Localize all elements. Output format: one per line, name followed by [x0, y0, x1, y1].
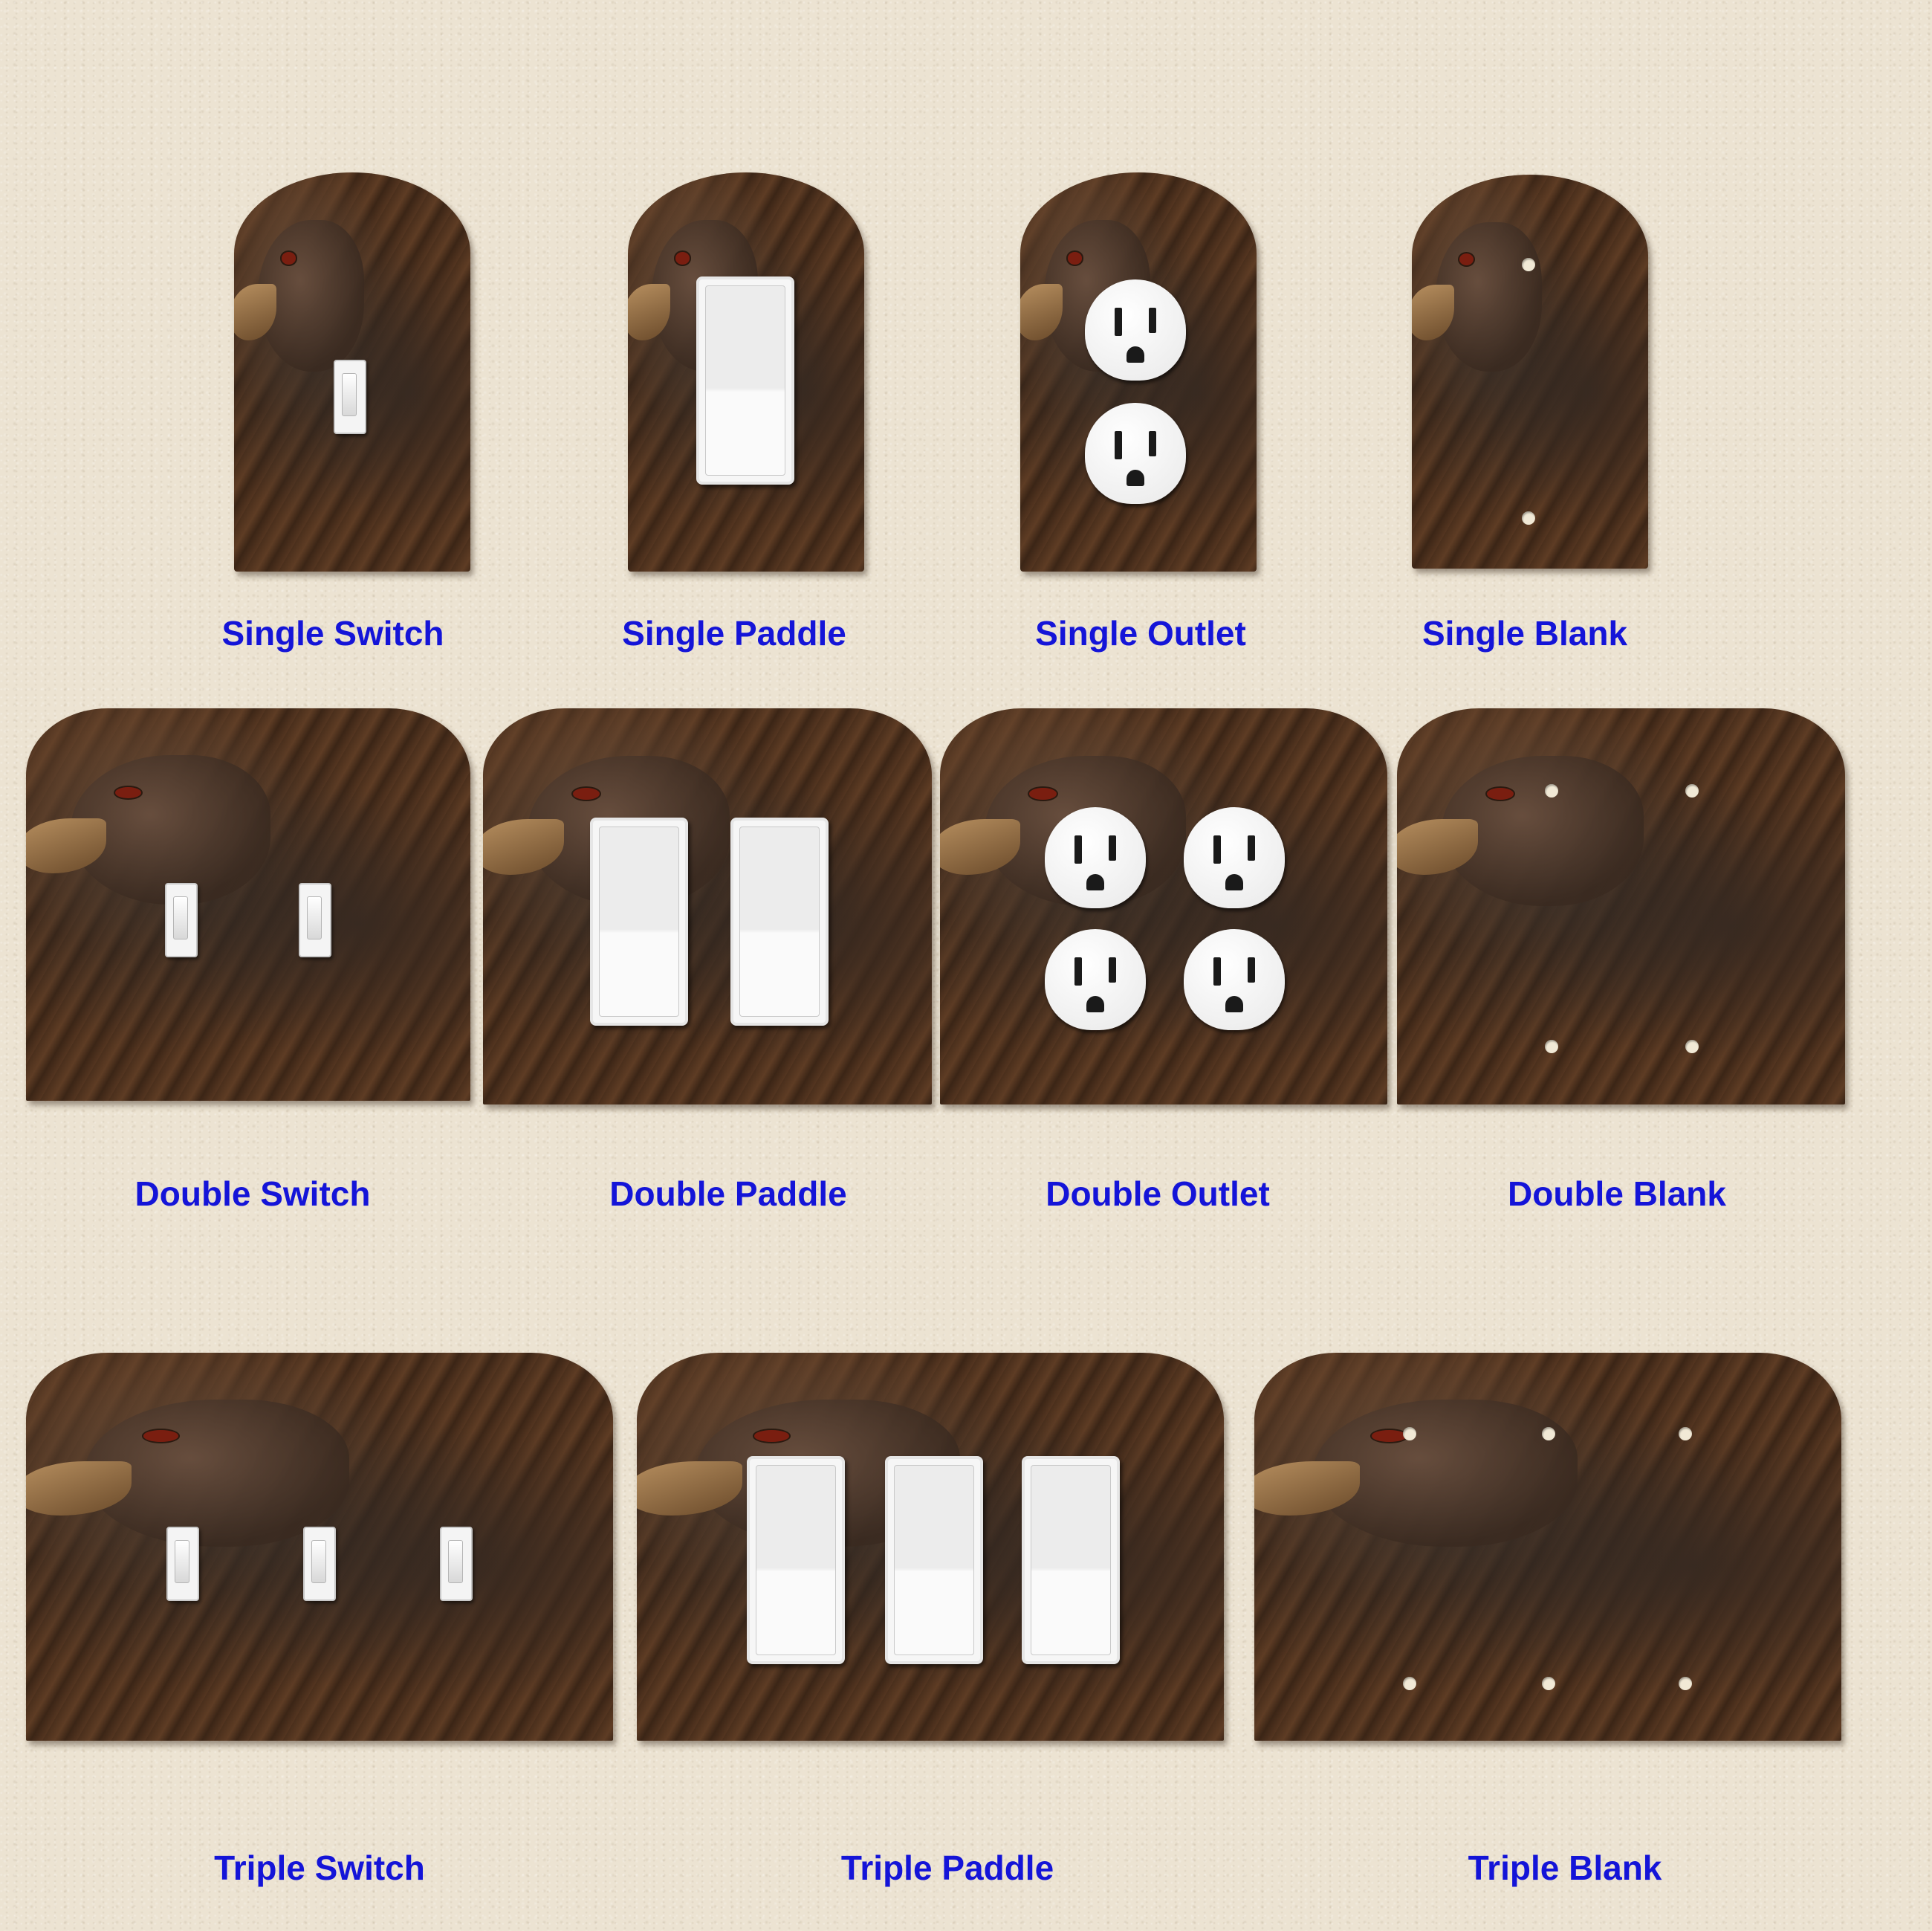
label-single-paddle: Single Paddle: [622, 614, 846, 653]
screw-hole: [1545, 1040, 1558, 1053]
label-double-outlet: Double Outlet: [1046, 1174, 1270, 1213]
toggle-switch[interactable]: [165, 883, 198, 957]
single-blank-plate[interactable]: [1412, 175, 1648, 569]
double-switch-plate[interactable]: [26, 708, 470, 1101]
outlet-hot-slot: [1149, 431, 1156, 456]
plate-shade: [26, 708, 470, 1101]
outlet-receptacle[interactable]: [1184, 929, 1285, 1030]
eagle-eye-art: [675, 252, 690, 265]
eagle-eye-art: [1029, 787, 1057, 800]
paddle-switch[interactable]: [696, 276, 794, 485]
outlet-receptacle[interactable]: [1085, 279, 1186, 381]
eagle-eye-art: [572, 787, 600, 800]
double-paddle-plate[interactable]: [483, 708, 932, 1104]
eagle-eye-art: [1459, 253, 1474, 265]
single-paddle-plate[interactable]: [628, 172, 864, 572]
eagle-eye-art: [1486, 787, 1514, 800]
toggle-switch[interactable]: [166, 1527, 199, 1601]
screw-hole: [1403, 1427, 1416, 1440]
label-triple-blank: Triple Blank: [1468, 1848, 1662, 1887]
outlet-neutral-slot: [1115, 308, 1122, 336]
outlet-hot-slot: [1109, 835, 1116, 861]
triple-switch-plate[interactable]: [26, 1353, 613, 1741]
label-single-outlet: Single Outlet: [1035, 614, 1246, 653]
screw-hole: [1522, 511, 1535, 525]
outlet-neutral-slot: [1213, 957, 1221, 986]
outlet-neutral-slot: [1213, 835, 1221, 864]
outlet-receptacle[interactable]: [1184, 807, 1285, 908]
label-double-switch: Double Switch: [134, 1174, 371, 1213]
outlet-neutral-slot: [1115, 431, 1122, 459]
outlet-receptacle[interactable]: [1085, 403, 1186, 504]
screw-hole: [1685, 1040, 1699, 1053]
screw-hole: [1542, 1677, 1555, 1690]
outlet-hot-slot: [1248, 957, 1255, 983]
paddle-switch[interactable]: [1022, 1456, 1120, 1664]
outlet-hot-slot: [1248, 835, 1255, 861]
outlet-ground-hole: [1225, 874, 1243, 890]
paddle-switch[interactable]: [885, 1456, 983, 1664]
label-double-paddle: Double Paddle: [609, 1174, 847, 1213]
screw-hole: [1545, 784, 1558, 798]
paddle-switch[interactable]: [590, 818, 688, 1026]
label-single-blank: Single Blank: [1422, 614, 1628, 653]
plate-shade: [1412, 175, 1648, 569]
outlet-ground-hole: [1225, 996, 1243, 1012]
outlet-neutral-slot: [1074, 957, 1082, 986]
paddle-switch[interactable]: [747, 1456, 845, 1664]
toggle-switch[interactable]: [303, 1527, 336, 1601]
outlet-hot-slot: [1149, 308, 1156, 333]
plate-shade: [1397, 708, 1845, 1104]
outlet-hot-slot: [1109, 957, 1116, 983]
label-single-switch: Single Switch: [221, 614, 444, 653]
outlet-receptacle[interactable]: [1045, 929, 1146, 1030]
outlet-ground-hole: [1127, 470, 1144, 486]
toggle-switch[interactable]: [299, 883, 331, 957]
outlet-ground-hole: [1086, 996, 1104, 1012]
screw-hole: [1522, 258, 1535, 271]
outlet-receptacle[interactable]: [1045, 807, 1146, 908]
triple-blank-plate[interactable]: [1254, 1353, 1841, 1741]
triple-paddle-plate[interactable]: [637, 1353, 1224, 1741]
eagle-eye-art: [1067, 252, 1082, 265]
double-outlet-plate[interactable]: [940, 708, 1387, 1104]
screw-hole: [1403, 1677, 1416, 1690]
label-double-blank: Double Blank: [1508, 1174, 1726, 1213]
paddle-switch[interactable]: [730, 818, 829, 1026]
single-switch-plate[interactable]: [234, 172, 470, 572]
label-triple-paddle: Triple Paddle: [840, 1848, 1054, 1887]
screw-hole: [1542, 1427, 1555, 1440]
screw-hole: [1685, 784, 1699, 798]
screw-hole: [1679, 1677, 1692, 1690]
toggle-switch[interactable]: [440, 1527, 473, 1601]
double-blank-plate[interactable]: [1397, 708, 1845, 1104]
outlet-ground-hole: [1127, 346, 1144, 363]
toggle-switch[interactable]: [334, 360, 366, 434]
plate-shade: [940, 708, 1387, 1104]
eagle-eye-art: [281, 252, 296, 265]
label-triple-switch: Triple Switch: [214, 1848, 425, 1887]
plate-shade: [483, 708, 932, 1104]
screw-hole: [1679, 1427, 1692, 1440]
outlet-ground-hole: [1086, 874, 1104, 890]
outlet-neutral-slot: [1074, 835, 1082, 864]
single-outlet-plate[interactable]: [1020, 172, 1257, 572]
